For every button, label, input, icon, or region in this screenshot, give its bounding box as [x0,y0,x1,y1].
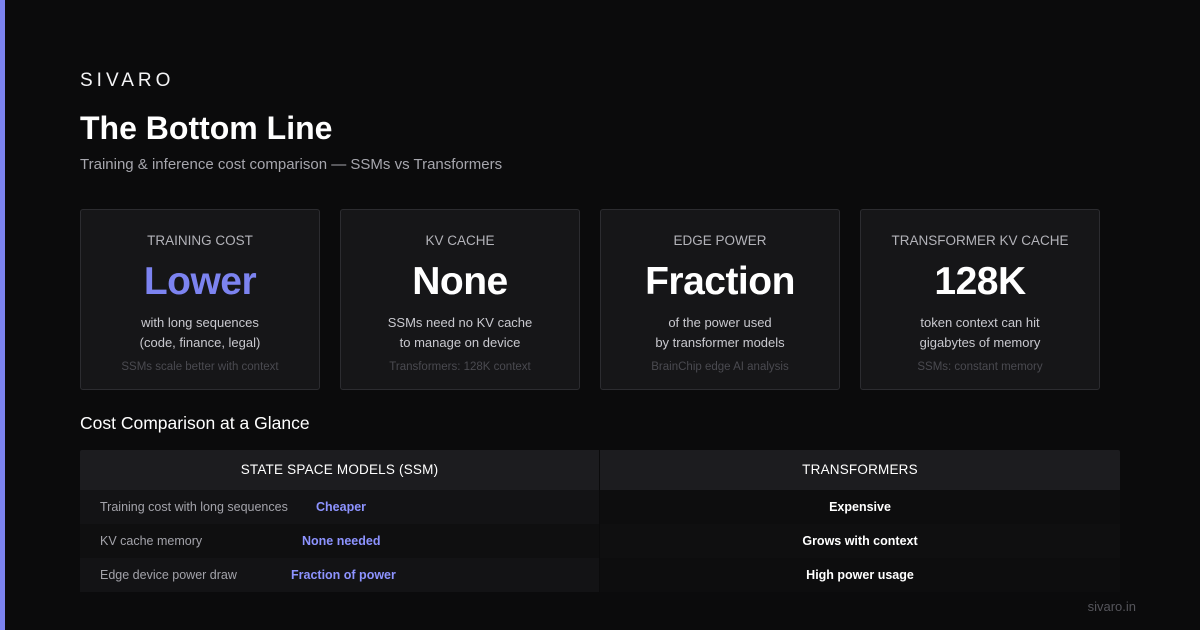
stat-card-desc-line: gigabytes of memory [919,335,1041,350]
stat-card-note: SSMs scale better with context [121,361,279,373]
ssm-cell: Training cost with long sequences Cheape… [80,490,599,524]
stat-card-note: Transformers: 128K context [389,361,531,373]
column-header-transformers: TRANSFORMERS [600,450,1120,490]
stat-card-note: BrainChip edge AI analysis [651,361,789,373]
stat-card-desc-line: (code, finance, legal) [139,335,261,350]
comparison-title: Cost Comparison at a Glance [80,413,310,433]
stat-card-value: None [412,260,508,303]
stat-card-description: token context can hit gigabytes of memor… [861,313,1099,353]
stat-card-edge-power: EDGE POWER Fraction of the power used by… [600,209,840,390]
row-feature-label: Training cost with long sequences [100,500,288,514]
table-row: Training cost with long sequences Cheape… [80,490,1120,524]
stat-card-label: KV CACHE [425,233,495,248]
stat-card-transformer-kv-cache: TRANSFORMER KV CACHE 128K token context … [860,209,1100,390]
stat-card-desc-line: to manage on device [399,335,521,350]
transformer-value: High power usage [600,558,1120,592]
page-subtitle: Training & inference cost comparison — S… [80,156,503,173]
stat-card-value: 128K [934,260,1026,303]
accent-bar [0,0,5,630]
comparison-table-header: STATE SPACE MODELS (SSM) TRANSFORMERS [80,450,1120,490]
stat-card-desc-line: of the power used [668,315,772,330]
stat-cards: TRAINING COST Lower with long sequences … [80,209,1120,390]
stat-card-training-cost: TRAINING COST Lower with long sequences … [80,209,320,390]
stat-card-label: EDGE POWER [673,233,767,248]
row-feature-label: Edge device power draw [100,568,237,582]
stat-card-value: Fraction [645,260,795,303]
transformer-value: Expensive [600,490,1120,524]
stat-card-description: with long sequences (code, finance, lega… [81,313,319,353]
ssm-value: None needed [302,534,381,548]
stat-card-desc-line: by transformer models [655,335,785,350]
row-feature-label: KV cache memory [100,534,203,548]
stat-card-label: TRANSFORMER KV CACHE [891,233,1069,248]
brand-logo: SIVARO [80,70,175,91]
transformer-value: Grows with context [600,524,1120,558]
stat-card-desc-line: with long sequences [141,315,259,330]
table-row: Edge device power draw Fraction of power… [80,558,1120,592]
stat-card-note: SSMs: constant memory [917,361,1043,373]
ssm-value: Fraction of power [291,568,396,582]
ssm-value: Cheaper [316,500,367,514]
stat-card-desc-line: token context can hit [920,315,1040,330]
ssm-cell: KV cache memory None needed [80,524,599,558]
comparison-table: STATE SPACE MODELS (SSM) TRANSFORMERS Tr… [80,450,1120,592]
stat-card-desc-line: SSMs need no KV cache [387,315,533,330]
stat-card-kv-cache: KV CACHE None SSMs need no KV cache to m… [340,209,580,390]
column-header-ssm: STATE SPACE MODELS (SSM) [80,450,599,490]
stat-card-value: Lower [143,260,257,303]
ssm-cell: Edge device power draw Fraction of power [80,558,599,592]
footer-url: sivaro.in [1087,599,1136,614]
stat-card-description: of the power used by transformer models [601,313,839,353]
stat-card-label: TRAINING COST [147,233,253,248]
page-title: The Bottom Line [80,110,333,146]
stat-card-description: SSMs need no KV cache to manage on devic… [341,313,579,353]
table-row: KV cache memory None needed Grows with c… [80,524,1120,558]
